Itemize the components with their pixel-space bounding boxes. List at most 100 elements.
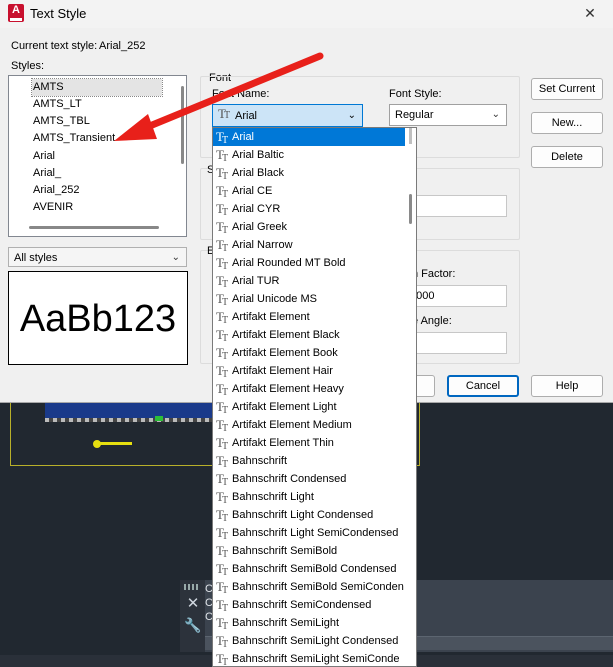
new-button[interactable]: New... (531, 112, 603, 134)
font-list-item[interactable]: T T Bahnschrift (213, 452, 405, 470)
font-list-item-label: Arial (232, 131, 255, 143)
font-name-dropdown-list[interactable]: T T Bahnschrift SemiLight SemiConde T T Bahns… (212, 127, 417, 667)
width-factor-field[interactable]: 0000 (405, 285, 507, 307)
truetype-font-icon: TT (216, 525, 229, 542)
truetype-font-icon: TT (216, 255, 229, 272)
font-list-item-label: Bahnschrift Light (232, 491, 314, 503)
font-list-item-label: Arial CYR (232, 203, 281, 215)
font-list-item-label: Artifakt Element Medium (232, 419, 352, 431)
font-list-item[interactable]: T T Arial CE (213, 182, 405, 200)
font-list-item[interactable]: T T Bahnschrift SemiBold SemiConden (213, 578, 405, 596)
font-list-item[interactable]: T T Bahnschrift SemiCondensed (213, 596, 405, 614)
font-list-item[interactable]: T T Artifakt Element Black (213, 326, 405, 344)
font-list-item[interactable]: T T Artifakt Element Heavy (213, 380, 405, 398)
font-list-item[interactable]: T T Bahnschrift SemiBold (213, 542, 405, 560)
styles-horizontal-scrollbar[interactable] (29, 226, 159, 229)
delete-button[interactable]: Delete (531, 146, 603, 168)
truetype-font-icon: TT (216, 345, 229, 362)
font-list-item-label: Bahnschrift SemiLight SemiConde (232, 653, 400, 665)
font-list-item[interactable]: T T Arial Baltic (213, 146, 405, 164)
font-list-item[interactable]: T T Artifakt Element Thin (213, 434, 405, 452)
list-item[interactable]: AVENIR (32, 199, 162, 216)
dialog-titlebar[interactable]: A Text Style ✕ (0, 0, 613, 28)
font-list-item[interactable]: T T Bahnschrift Light (213, 488, 405, 506)
help-button[interactable]: Help (531, 375, 603, 397)
font-list-item[interactable]: T T Bahnschrift Light SemiCondensed (213, 524, 405, 542)
command-line-handle[interactable] (180, 580, 205, 652)
truetype-font-icon: TT (216, 579, 229, 596)
font-name-select[interactable]: TT Arial ⌄ (212, 104, 363, 127)
font-list-item-label: Arial Narrow (232, 239, 293, 251)
font-list-item-label: Arial CE (232, 185, 273, 197)
font-list-item[interactable]: T T Bahnschrift SemiLight SemiConde (213, 650, 405, 666)
font-list-item-label: Bahnschrift Light Condensed (232, 509, 374, 521)
truetype-font-icon: TT (216, 561, 229, 578)
font-list-item[interactable]: T T Artifakt Element Book (213, 344, 405, 362)
font-list-item[interactable]: T T Artifakt Element Light (213, 398, 405, 416)
font-list-item-label: Bahnschrift SemiBold Condensed (232, 563, 397, 575)
font-list-item[interactable]: T T Arial (213, 128, 405, 146)
list-item[interactable]: AMTS_Transient (32, 130, 162, 147)
font-list-item[interactable]: T T Arial Rounded MT Bold (213, 254, 405, 272)
font-list-item[interactable]: T T Arial Narrow (213, 236, 405, 254)
font-list-item-label: Bahnschrift SemiLight Condensed (232, 635, 399, 647)
font-list-item[interactable]: T T Bahnschrift Light Condensed (213, 506, 405, 524)
styles-filter-select[interactable]: All styles ⌄ (8, 247, 187, 267)
drawing-line (100, 442, 132, 445)
grip-icon[interactable] (184, 584, 200, 590)
font-list-item[interactable]: T T Artifakt Element Hair (213, 362, 405, 380)
truetype-font-icon: TT (216, 129, 229, 146)
truetype-font-icon: TT (216, 543, 229, 560)
font-list-item[interactable]: T T Bahnschrift Condensed (213, 470, 405, 488)
list-item[interactable]: AMTS (31, 78, 163, 97)
styles-list[interactable]: AMTS AMTS_LT AMTS_TBL AMTS_Transient Ari… (8, 75, 187, 237)
font-list-item[interactable]: T T Artifakt Element (213, 308, 405, 326)
dropdown-scrollbar[interactable] (409, 194, 412, 224)
close-icon[interactable]: ✕ (567, 0, 613, 28)
font-list-item[interactable]: T T Artifakt Element Medium (213, 416, 405, 434)
styles-vertical-scrollbar[interactable] (181, 86, 184, 164)
current-style-label: Current text style: (11, 40, 98, 52)
chevron-down-icon: ⌄ (171, 252, 180, 263)
width-factor-label: n Factor: (412, 268, 456, 280)
font-list-item[interactable]: T T Arial CYR (213, 200, 405, 218)
list-item[interactable]: AMTS_TBL (32, 113, 162, 130)
font-list-item-label: Bahnschrift (232, 455, 288, 467)
truetype-font-icon: TT (216, 363, 229, 380)
list-item[interactable]: AMTS_LT (32, 96, 162, 113)
list-item[interactable]: Arial (32, 148, 162, 165)
font-style-select[interactable]: Regular ⌄ (389, 104, 507, 126)
list-item[interactable]: Arial_ (32, 165, 162, 182)
wrench-icon[interactable]: 🔧 (184, 618, 202, 636)
truetype-font-icon: TT (216, 453, 229, 470)
font-list-item[interactable]: T T Bahnschrift SemiLight Condensed (213, 632, 405, 650)
truetype-font-icon: TT (216, 219, 229, 236)
font-list-item[interactable]: T T Bahnschrift SemiLight (213, 614, 405, 632)
cancel-button[interactable]: Cancel (447, 375, 519, 397)
font-list-item[interactable]: T T Bahnschrift SemiBold Condensed (213, 560, 405, 578)
font-list-item-label: Bahnschrift SemiLight (232, 617, 339, 629)
font-name-label: Font Name: (212, 88, 270, 100)
close-icon[interactable]: ✕ (184, 594, 202, 612)
truetype-font-icon: TT (216, 273, 229, 290)
chevron-down-icon: ⌄ (347, 110, 356, 121)
truetype-font-icon: TT (216, 291, 229, 308)
font-list-item-label: Bahnschrift SemiBold SemiConden (232, 581, 404, 593)
truetype-font-icon: TT (216, 237, 229, 254)
dropdown-scroll-arrow[interactable] (409, 128, 412, 144)
font-list-item[interactable]: T T Arial Black (213, 164, 405, 182)
font-list-item-label: Artifakt Element Book (232, 347, 338, 359)
font-list-item-label: Bahnschrift Condensed (232, 473, 347, 485)
font-list-item-label: Artifakt Element Heavy (232, 383, 344, 395)
set-current-button[interactable]: Set Current (531, 78, 603, 100)
truetype-font-icon: TT (216, 309, 229, 326)
font-list-item[interactable]: T T Arial TUR (213, 272, 405, 290)
height-field[interactable] (405, 195, 507, 217)
truetype-font-icon: TT (216, 417, 229, 434)
font-list-item[interactable]: T T Arial Unicode MS (213, 290, 405, 308)
oblique-angle-field[interactable] (405, 332, 507, 354)
truetype-font-icon: TT (216, 165, 229, 182)
font-list-item[interactable]: T T Arial Greek (213, 218, 405, 236)
truetype-font-icon: TT (218, 106, 231, 121)
list-item[interactable]: Arial_252 (32, 182, 162, 199)
